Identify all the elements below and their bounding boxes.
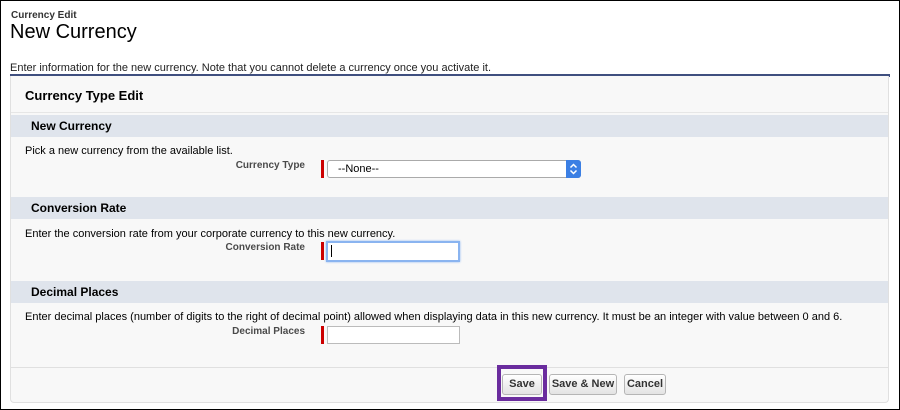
decimal-places-input[interactable] [327, 326, 460, 344]
required-indicator [321, 326, 324, 344]
currency-type-select[interactable]: --None-- [327, 160, 581, 178]
section-conversion-rate: Conversion Rate [11, 197, 888, 219]
page-description: Enter information for the new currency. … [10, 62, 491, 74]
currency-edit-panel: Currency Type Edit New Currency Pick a n… [10, 76, 889, 403]
button-row-divider [11, 367, 888, 368]
text-caret [331, 245, 332, 257]
cancel-button[interactable]: Cancel [624, 374, 666, 395]
section-help-text: Pick a new currency from the available l… [25, 145, 233, 157]
conversion-rate-input[interactable] [326, 241, 460, 262]
section-title: Conversion Rate [31, 201, 127, 215]
conversion-rate-label: Conversion Rate [225, 242, 305, 253]
section-new-currency: New Currency [11, 115, 888, 137]
currency-type-label: Currency Type [235, 160, 305, 171]
section-title: Decimal Places [31, 285, 119, 299]
currency-type-value: --None-- [338, 163, 379, 175]
required-indicator [321, 160, 324, 178]
save-and-new-button[interactable]: Save & New [549, 374, 617, 395]
select-arrows-icon [566, 160, 581, 178]
section-help-text: Enter decimal places (number of digits t… [25, 311, 843, 323]
required-indicator [321, 242, 324, 260]
page-kicker: Currency Edit [11, 10, 77, 21]
panel-header: Currency Type Edit [11, 76, 888, 113]
decimal-places-label: Decimal Places [232, 326, 305, 337]
section-help-text: Enter the conversion rate from your corp… [25, 228, 396, 240]
section-title: New Currency [31, 119, 112, 133]
panel-title: Currency Type Edit [25, 88, 144, 103]
save-button-highlight [497, 365, 547, 401]
section-decimal-places: Decimal Places [11, 281, 888, 303]
page-title: New Currency [10, 21, 137, 43]
